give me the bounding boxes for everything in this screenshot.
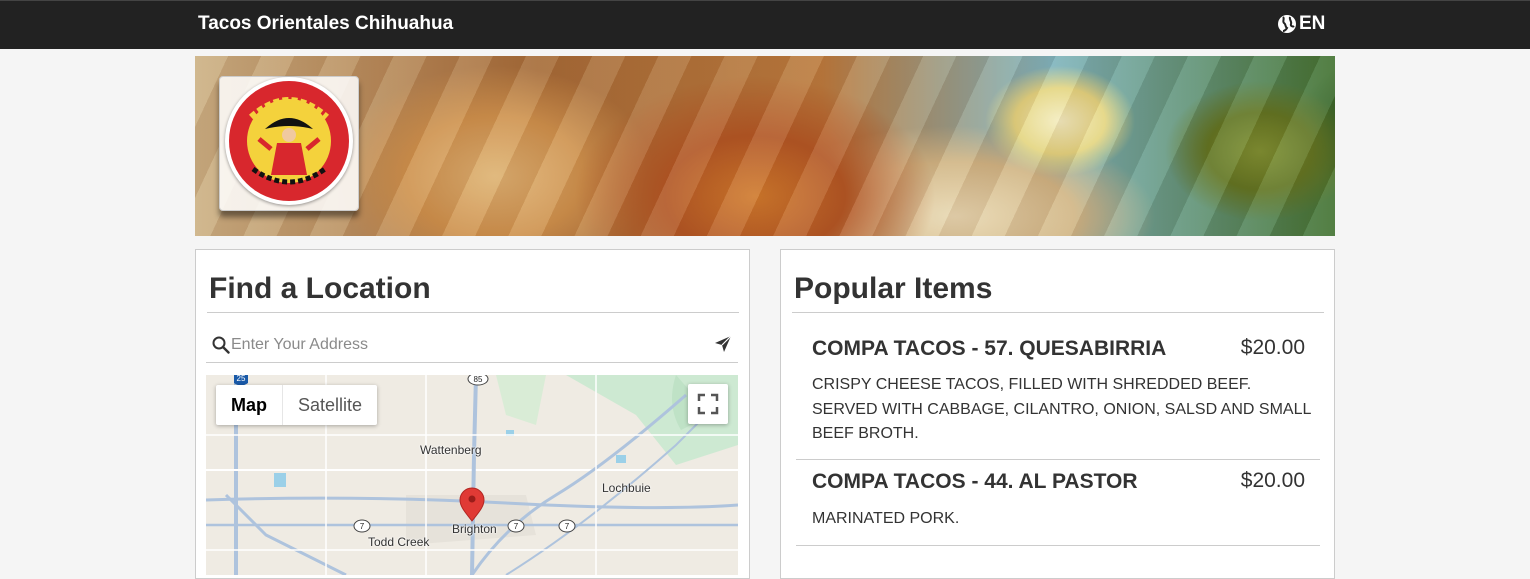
globe-icon xyxy=(1278,15,1296,33)
fullscreen-button[interactable] xyxy=(688,384,728,424)
menu-item-description: MARINATED PORK. xyxy=(812,510,960,527)
svg-text:7: 7 xyxy=(514,522,519,531)
menu-item-name: COMPA TACOS - 44. AL PASTOR xyxy=(812,470,1138,493)
address-search xyxy=(206,328,738,363)
route-7-shield-1: 7 xyxy=(353,519,371,533)
locate-me-icon[interactable] xyxy=(714,335,732,353)
route-7-shield-3: 7 xyxy=(558,519,576,533)
language-label: EN xyxy=(1299,13,1326,34)
top-navbar: Tacos Orientales Chihuahua EN xyxy=(0,0,1530,49)
popular-items-title: Popular Items xyxy=(794,272,993,305)
route-7-shield-2: 7 xyxy=(507,519,525,533)
restaurant-logo[interactable] xyxy=(225,77,353,205)
menu-item-name: COMPA TACOS - 57. QUESABIRRIA xyxy=(812,337,1167,360)
find-location-title: Find a Location xyxy=(209,272,431,305)
find-location-card: Find a Location Enter Your Address Watte… xyxy=(195,249,750,579)
svg-text:7: 7 xyxy=(360,522,365,531)
popular-items-card: Popular Items COMPA TACOS - 57. QUESABIR… xyxy=(780,249,1335,579)
svg-text:7: 7 xyxy=(565,522,570,531)
menu-item-price: $20.00 xyxy=(1240,336,1305,359)
divider xyxy=(207,312,739,313)
interstate-25-shield: 25 xyxy=(234,375,248,386)
menu-item-price: $20.00 xyxy=(1240,469,1305,492)
fullscreen-icon xyxy=(697,393,719,415)
search-icon xyxy=(212,336,230,354)
menu-item[interactable]: COMPA TACOS - 44. AL PASTOR $20.00 MARIN… xyxy=(796,460,1320,546)
satellite-tab[interactable]: Satellite xyxy=(283,385,377,425)
hero-banner xyxy=(195,56,1335,236)
address-input[interactable] xyxy=(231,333,711,357)
location-map[interactable]: Wattenberg Lochbuie Brighton Todd Creek … xyxy=(206,375,738,575)
us-85-shield: 85 xyxy=(467,375,489,386)
location-pin-icon xyxy=(459,487,485,522)
map-type-toggle: Map Satellite xyxy=(216,385,378,425)
svg-text:85: 85 xyxy=(474,375,483,384)
menu-item[interactable]: COMPA TACOS - 57. QUESABIRRIA $20.00 CRI… xyxy=(796,320,1320,460)
map-tab[interactable]: Map xyxy=(216,385,283,425)
svg-text:25: 25 xyxy=(237,375,246,383)
menu-item-description: CRISPY CHEESE TACOS, FILLED WITH SHREDDE… xyxy=(812,376,1311,442)
language-selector[interactable]: EN xyxy=(1277,13,1325,35)
divider xyxy=(792,312,1324,313)
brand-title[interactable]: Tacos Orientales Chihuahua xyxy=(198,13,453,35)
